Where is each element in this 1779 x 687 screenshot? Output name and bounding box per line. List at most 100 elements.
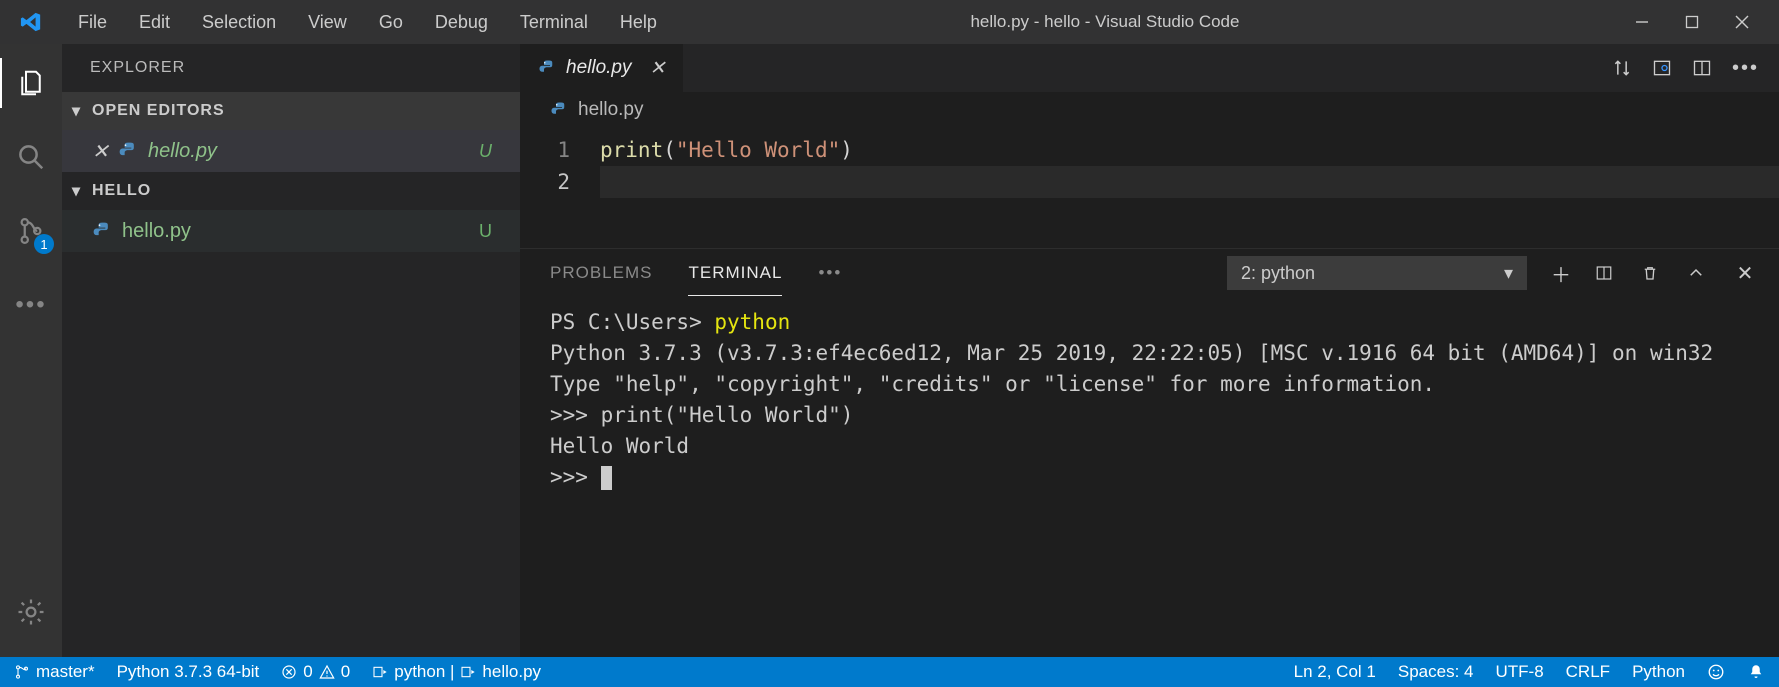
open-editor-filename: hello.py [148, 140, 217, 163]
window-controls [1617, 0, 1767, 44]
terminal-content[interactable]: PS C:\Users> python Python 3.7.3 (v3.7.3… [520, 297, 1779, 657]
line-gutter: 1 2 [520, 134, 600, 248]
breadcrumb-label: hello.py [578, 99, 644, 121]
code-line-1: print("Hello World") [600, 134, 1779, 166]
activity-more[interactable]: ••• [0, 280, 62, 330]
folder-filename: hello.py [122, 220, 191, 243]
panel-tabs: PROBLEMS TERMINAL ••• 2: python ▾ ＋ ✕ [520, 249, 1779, 297]
compare-changes-icon[interactable] [1612, 58, 1632, 78]
status-indent[interactable]: Spaces: 4 [1398, 662, 1474, 682]
files-icon [16, 68, 46, 98]
folder-label: HELLO [92, 182, 151, 200]
status-problems[interactable]: 0 0 [281, 662, 350, 682]
panel-tab-problems[interactable]: PROBLEMS [550, 251, 652, 295]
split-editor-icon[interactable] [1692, 58, 1712, 78]
code-line-2 [600, 166, 1779, 198]
panel-tab-terminal[interactable]: TERMINAL [688, 251, 782, 296]
line-number: 1 [520, 134, 570, 166]
title-bar: File Edit Selection View Go Debug Termin… [0, 0, 1779, 44]
menu-file[interactable]: File [62, 6, 123, 39]
panel-tab-more[interactable]: ••• [818, 251, 842, 295]
close-icon[interactable]: ✕ [92, 139, 108, 164]
terminal-line: Type "help", "copyright", "credits" or "… [550, 372, 1435, 396]
folder-header[interactable]: ▾ HELLO [62, 172, 520, 210]
terminal-selector-label: 2: python [1241, 263, 1315, 284]
status-branch-label: master* [36, 662, 95, 682]
menu-view[interactable]: View [292, 6, 363, 39]
status-language[interactable]: Python [1632, 662, 1685, 682]
warning-icon [319, 664, 335, 680]
minimize-button[interactable] [1617, 0, 1667, 44]
code-content[interactable]: print("Hello World") [600, 134, 1779, 248]
status-error-count: 0 [303, 662, 312, 682]
status-run[interactable]: python | hello.py [372, 662, 541, 682]
window-title: hello.py - hello - Visual Studio Code [673, 12, 1617, 32]
folder-file-item[interactable]: hello.py U [62, 210, 520, 252]
open-editor-item[interactable]: ✕ hello.py U [62, 130, 520, 172]
menu-debug[interactable]: Debug [419, 6, 504, 39]
breadcrumb[interactable]: hello.py [520, 92, 1779, 128]
activity-explorer[interactable] [0, 58, 62, 108]
close-button[interactable] [1717, 0, 1767, 44]
open-changes-icon[interactable] [1652, 58, 1672, 78]
open-editors-label: OPEN EDITORS [92, 102, 225, 120]
python-file-icon [118, 141, 138, 161]
maximize-panel-icon[interactable] [1687, 264, 1711, 282]
python-file-icon [538, 59, 556, 77]
menu-terminal[interactable]: Terminal [504, 6, 604, 39]
tab-close-icon[interactable]: ✕ [650, 57, 666, 80]
bottom-panel: PROBLEMS TERMINAL ••• 2: python ▾ ＋ ✕ PS… [520, 248, 1779, 657]
activity-scm[interactable]: 1 [0, 206, 62, 256]
terminal-line: Python 3.7.3 (v3.7.3:ef4ec6ed12, Mar 25 … [550, 341, 1713, 365]
python-file-icon [92, 221, 112, 241]
status-branch[interactable]: master* [14, 662, 95, 682]
status-cursor-pos[interactable]: Ln 2, Col 1 [1294, 662, 1376, 682]
activity-bar: 1 ••• [0, 44, 62, 657]
status-run-file: hello.py [482, 662, 541, 682]
python-file-icon [550, 101, 568, 119]
status-eol[interactable]: CRLF [1566, 662, 1610, 682]
untracked-badge: U [479, 221, 492, 242]
close-panel-icon[interactable]: ✕ [1733, 261, 1757, 286]
line-number: 2 [520, 166, 570, 198]
editor-group: hello.py ✕ ••• hello.py 1 2 print("Hello [520, 44, 1779, 657]
editor-tab[interactable]: hello.py ✕ [520, 44, 683, 92]
status-notifications-icon[interactable] [1747, 663, 1765, 681]
more-actions-icon[interactable]: ••• [1732, 57, 1759, 80]
code-editor[interactable]: 1 2 print("Hello World") [520, 128, 1779, 248]
editor-tabs: hello.py ✕ ••• [520, 44, 1779, 92]
split-terminal-icon[interactable] [1595, 264, 1619, 282]
status-warning-count: 0 [341, 662, 350, 682]
status-python-env[interactable]: Python 3.7.3 64-bit [117, 662, 260, 682]
vscode-logo-icon [20, 11, 42, 33]
menu-go[interactable]: Go [363, 6, 419, 39]
chevron-down-icon: ▾ [72, 101, 86, 121]
maximize-button[interactable] [1667, 0, 1717, 44]
menu-bar: File Edit Selection View Go Debug Termin… [62, 6, 673, 39]
status-run-label: python | [394, 662, 454, 682]
activity-settings[interactable] [0, 587, 62, 637]
explorer-sidebar: EXPLORER ▾ OPEN EDITORS ✕ hello.py U ▾ H… [62, 44, 520, 657]
tab-filename: hello.py [566, 57, 632, 79]
editor-actions: ••• [1612, 44, 1779, 92]
terminal-selector[interactable]: 2: python ▾ [1227, 256, 1527, 290]
chevron-down-icon: ▾ [1504, 263, 1513, 284]
terminal-line: Hello World [550, 434, 689, 458]
panel-actions: 2: python ▾ ＋ ✕ [1227, 256, 1779, 290]
chevron-down-icon: ▾ [72, 181, 86, 201]
smiley-icon [1707, 663, 1725, 681]
menu-selection[interactable]: Selection [186, 6, 292, 39]
branch-icon [14, 664, 30, 680]
untracked-badge: U [479, 141, 492, 162]
gear-icon [16, 597, 46, 627]
menu-edit[interactable]: Edit [123, 6, 186, 39]
status-encoding[interactable]: UTF-8 [1495, 662, 1543, 682]
new-terminal-icon[interactable]: ＋ [1549, 259, 1573, 288]
status-feedback-icon[interactable] [1707, 663, 1725, 681]
status-bar: master* Python 3.7.3 64-bit 0 0 python |… [0, 657, 1779, 687]
activity-search[interactable] [0, 132, 62, 182]
menu-help[interactable]: Help [604, 6, 673, 39]
terminal-line: >>> print("Hello World") [550, 403, 853, 427]
kill-terminal-icon[interactable] [1641, 263, 1665, 283]
open-editors-header[interactable]: ▾ OPEN EDITORS [62, 92, 520, 130]
